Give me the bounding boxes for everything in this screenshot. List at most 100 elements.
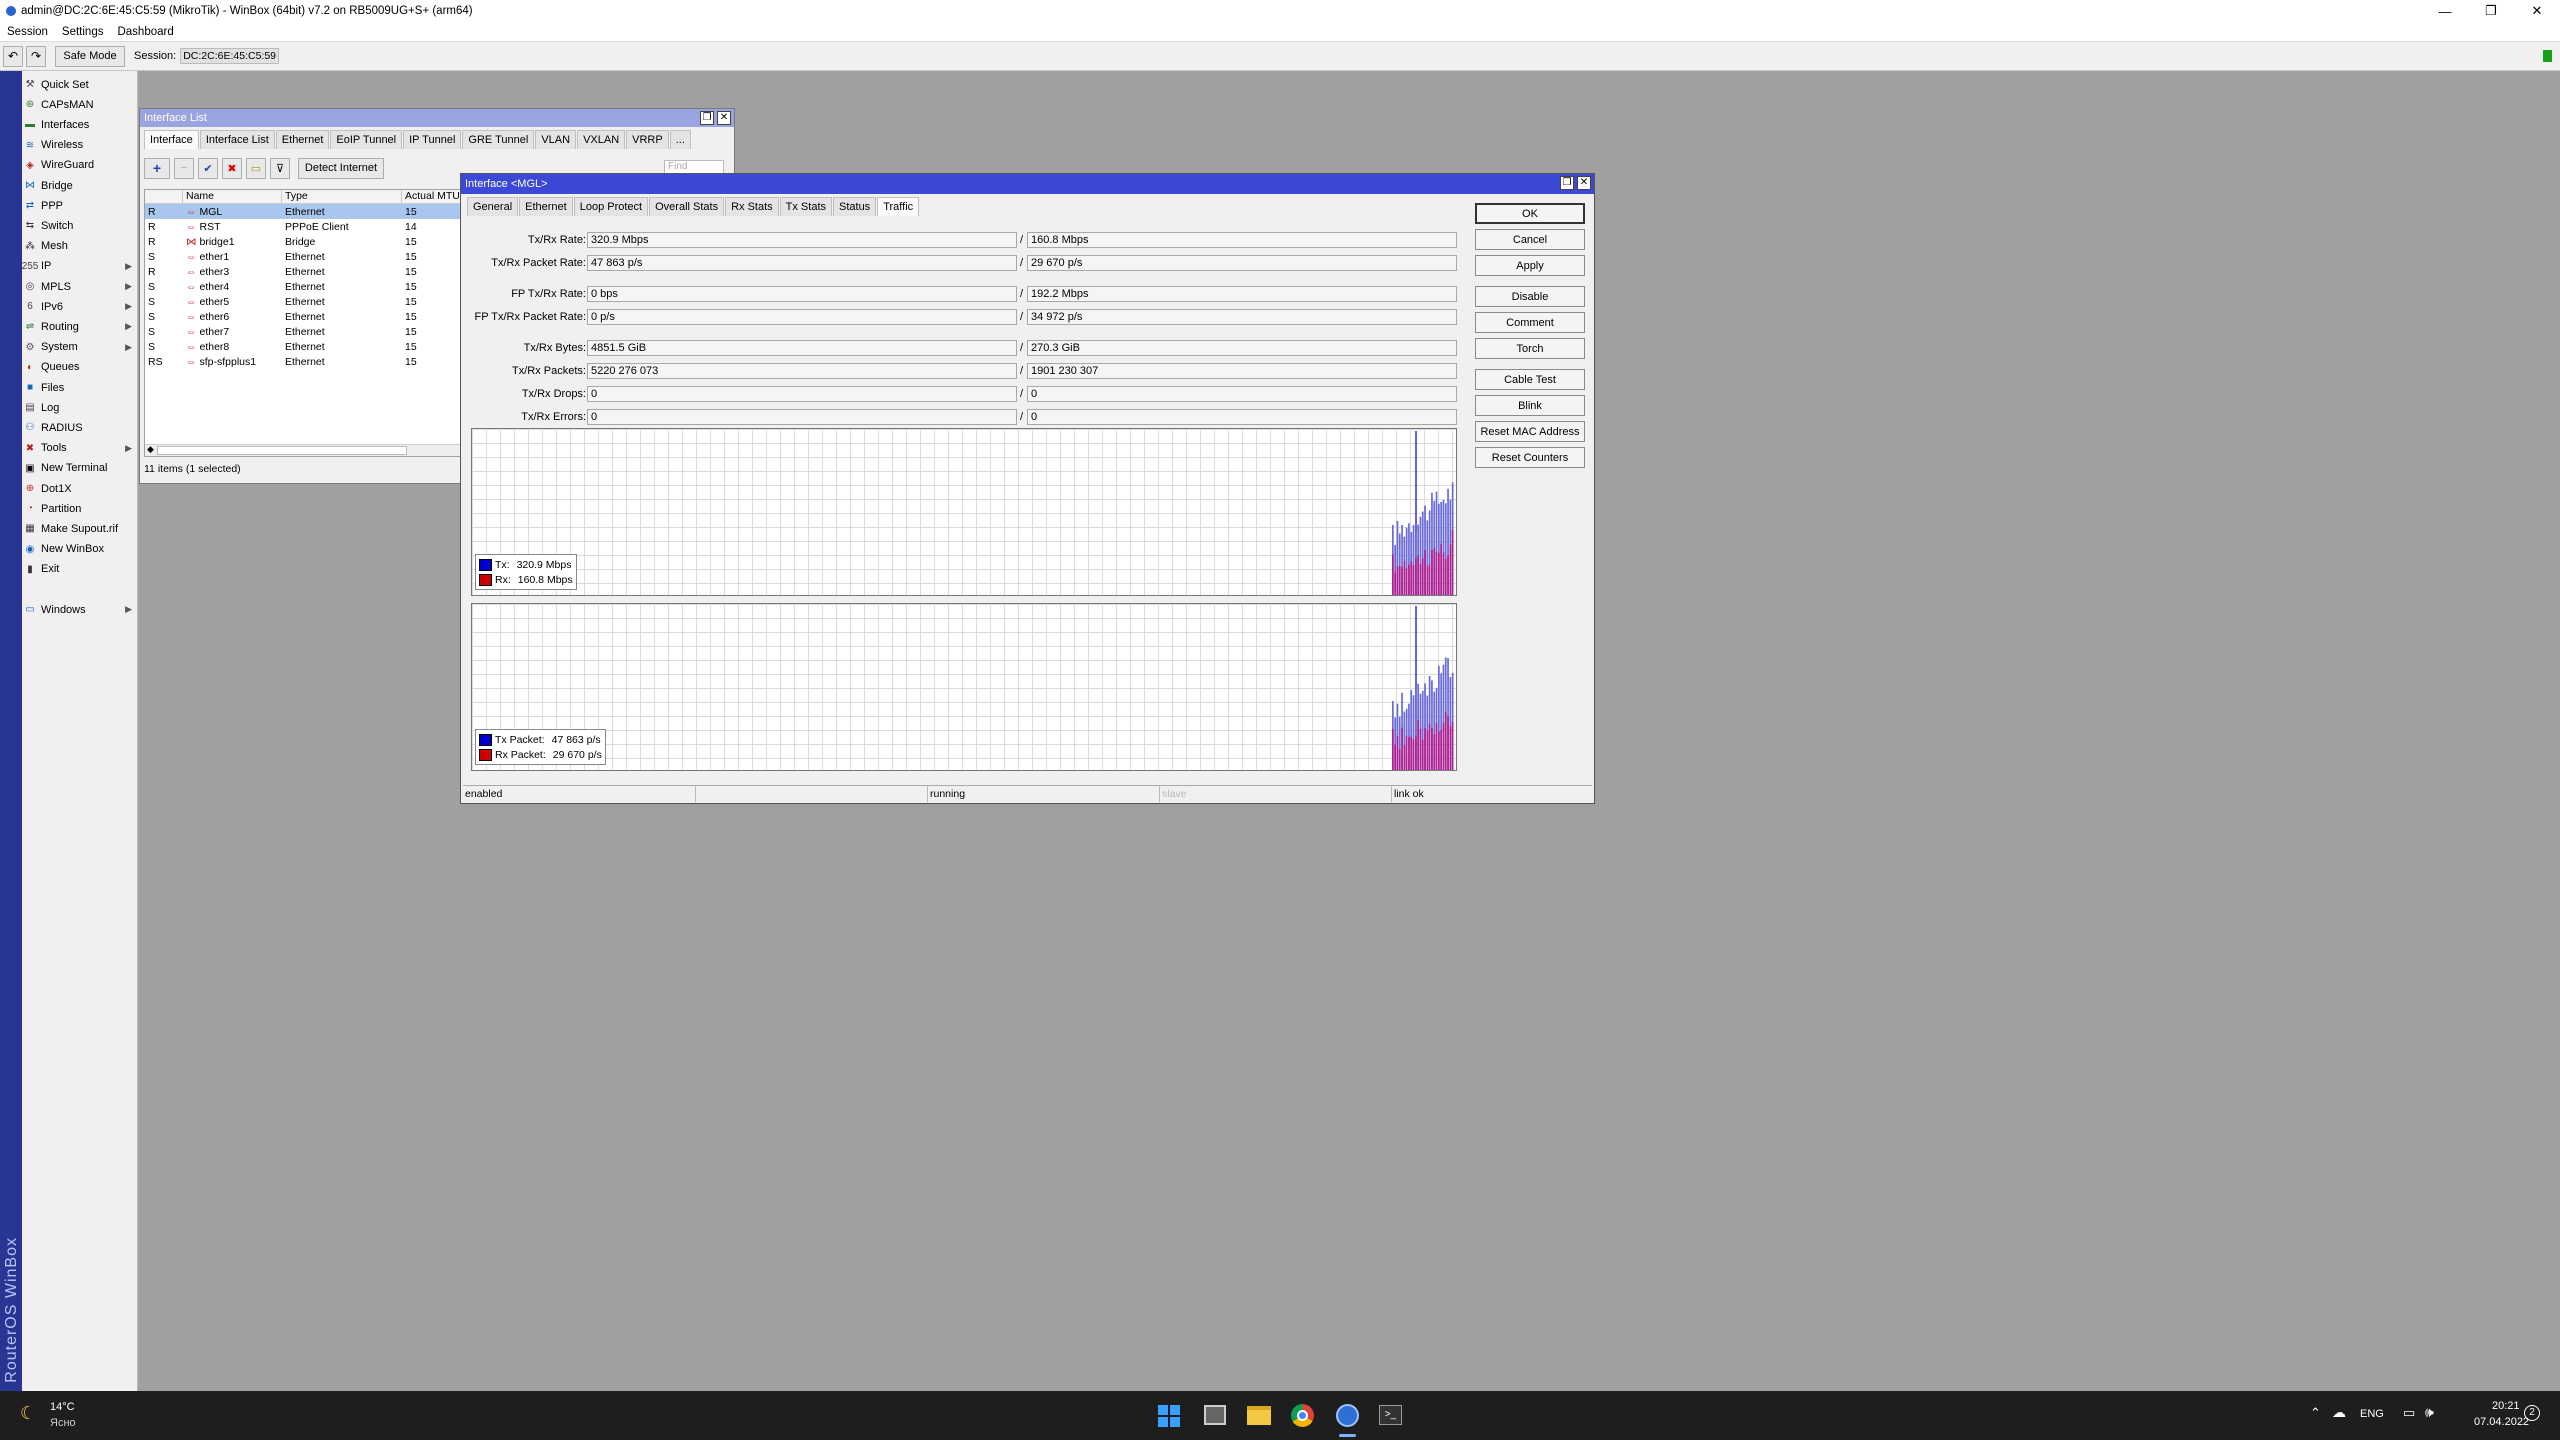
tab-ethernet[interactable]: Ethernet: [519, 197, 573, 216]
fp-tx-rx-rate-tx-field[interactable]: 0 bps: [587, 286, 1017, 302]
tab-gre-tunnel[interactable]: GRE Tunnel: [462, 130, 535, 149]
sidebar-item-log[interactable]: ▤ Log: [24, 398, 134, 417]
tab-ethernet[interactable]: Ethernet: [275, 130, 330, 149]
tab-vrrp[interactable]: VRRP: [626, 130, 669, 149]
fp-tx-rx-rate-rx-field[interactable]: 192.2 Mbps: [1027, 286, 1457, 302]
volume-icon[interactable]: 🕪: [2425, 1404, 2434, 1421]
scroll-left-icon[interactable]: ◆: [147, 444, 154, 455]
weather-icon[interactable]: ☾: [20, 1403, 36, 1424]
col-type[interactable]: Type: [282, 190, 402, 203]
ok-button[interactable]: OK: [1475, 203, 1585, 224]
sidebar-item-mpls[interactable]: ◎ MPLS ▶: [24, 277, 134, 296]
terminal-icon[interactable]: >_: [1379, 1405, 1402, 1425]
restore-icon[interactable]: ❐: [1560, 176, 1574, 190]
sidebar-item-interfaces[interactable]: ▬ Interfaces: [24, 115, 134, 134]
tab-vxlan[interactable]: VXLAN: [577, 130, 626, 149]
menu-dashboard[interactable]: Dashboard: [110, 26, 180, 38]
tray-chevron-icon[interactable]: ⌃: [2310, 1405, 2321, 1421]
sidebar-item-exit[interactable]: ▮ Exit: [24, 560, 134, 579]
detect-internet-button[interactable]: Detect Internet: [298, 157, 384, 179]
tx-rx-errors-rx-field[interactable]: 0: [1027, 409, 1457, 425]
tab-vlan[interactable]: VLAN: [535, 130, 577, 149]
tab-ip-tunnel[interactable]: IP Tunnel: [403, 130, 462, 149]
torch-button[interactable]: Torch: [1475, 338, 1585, 359]
disable-icon[interactable]: ✖: [222, 157, 242, 179]
cable-test-button[interactable]: Cable Test: [1475, 369, 1585, 390]
tab-status[interactable]: Status: [833, 197, 877, 216]
tab-more[interactable]: ...: [669, 130, 691, 149]
enable-icon[interactable]: ✔: [198, 157, 218, 179]
close-icon[interactable]: ✕: [717, 111, 731, 125]
cloud-icon[interactable]: ☁: [2332, 1404, 2346, 1421]
close-icon[interactable]: ✕: [1577, 176, 1591, 190]
winbox-task-icon[interactable]: [1336, 1404, 1359, 1427]
comment-icon[interactable]: ▭: [246, 157, 266, 179]
col-actual-mtu[interactable]: Actual MTU: [402, 190, 462, 203]
redo-button[interactable]: ↷: [26, 45, 46, 67]
tab-interface[interactable]: Interface: [144, 130, 199, 149]
file-explorer-icon[interactable]: [1247, 1406, 1271, 1425]
restore-icon[interactable]: ❐: [700, 111, 714, 125]
sidebar-item-quick-set[interactable]: ⚒ Quick Set: [24, 75, 134, 94]
scroll-thumb[interactable]: [157, 446, 407, 455]
sidebar-item-partition[interactable]: ◔ Partition: [24, 499, 134, 518]
sidebar-item-queues[interactable]: ◐ Queues: [24, 358, 134, 377]
col-flags[interactable]: [145, 190, 183, 203]
sidebar-item-dot1x[interactable]: ⊕ Dot1X: [24, 479, 134, 498]
tab-tx-stats[interactable]: Tx Stats: [779, 197, 832, 216]
sidebar-item-ppp[interactable]: ⇄ PPP: [24, 196, 134, 215]
sidebar-item-capsman[interactable]: ⊛ CAPsMAN: [24, 95, 134, 114]
interface-dialog-titlebar[interactable]: Interface <MGL> ❐ ✕: [461, 174, 1594, 194]
minimize-button[interactable]: —: [2422, 0, 2468, 22]
network-icon[interactable]: ▭: [2403, 1405, 2415, 1421]
chrome-icon[interactable]: [1291, 1404, 1314, 1427]
maximize-button[interactable]: ❐: [2468, 0, 2514, 22]
sidebar-item-system[interactable]: ⚙ System ▶: [24, 338, 134, 357]
menu-session[interactable]: Session: [0, 26, 55, 38]
sidebar-item-new-winbox[interactable]: ◉ New WinBox: [24, 540, 134, 559]
tab-traffic[interactable]: Traffic: [877, 197, 920, 216]
start-icon[interactable]: [1158, 1405, 1180, 1427]
sidebar-item-radius[interactable]: ⚇ RADIUS: [24, 418, 134, 437]
weather-desc[interactable]: Ясно: [50, 1417, 76, 1429]
tx-rx-bytes-tx-field[interactable]: 4851.5 GiB: [587, 340, 1017, 356]
tab-rx-stats[interactable]: Rx Stats: [725, 197, 779, 216]
sidebar-item-ip[interactable]: 255 IP ▶: [22, 257, 134, 276]
tab-interface-list[interactable]: Interface List: [199, 130, 275, 149]
reset-mac-address-button[interactable]: Reset MAC Address: [1475, 421, 1585, 442]
sidebar-item-wireless[interactable]: ≋ Wireless: [24, 136, 134, 155]
tx-rx-rate-rx-field[interactable]: 160.8 Mbps: [1027, 232, 1457, 248]
clock-time[interactable]: 20:21: [2492, 1400, 2520, 1412]
menu-settings[interactable]: Settings: [55, 26, 111, 38]
sidebar-item-wireguard[interactable]: ◈ WireGuard: [24, 156, 134, 175]
sidebar-item-bridge[interactable]: ⋈ Bridge: [24, 176, 134, 195]
sidebar-item-new-terminal[interactable]: ▣ New Terminal: [24, 459, 134, 478]
sidebar-item-mesh[interactable]: ⁂ Mesh: [24, 237, 134, 256]
safe-mode-button[interactable]: Safe Mode: [55, 45, 125, 67]
disable-button[interactable]: Disable: [1475, 286, 1585, 307]
filter-icon[interactable]: ⊽: [270, 157, 290, 179]
sidebar-item-ipv6[interactable]: 6 IPv6 ▶: [24, 297, 134, 316]
sidebar-item-switch[interactable]: ⇆ Switch: [24, 216, 134, 235]
comment-button[interactable]: Comment: [1475, 312, 1585, 333]
tab-general[interactable]: General: [467, 197, 519, 216]
interface-list-titlebar[interactable]: Interface List ❐ ✕: [140, 109, 734, 127]
sidebar-item-make-supout-rif[interactable]: ▦ Make Supout.rif: [24, 519, 134, 538]
tx-rx-bytes-rx-field[interactable]: 270.3 GiB: [1027, 340, 1457, 356]
fp-tx-rx-packet-rate-tx-field[interactable]: 0 p/s: [587, 309, 1017, 325]
blink-button[interactable]: Blink: [1475, 395, 1585, 416]
reset-counters-button[interactable]: Reset Counters: [1475, 447, 1585, 468]
tx-rx-drops-tx-field[interactable]: 0: [587, 386, 1017, 402]
tx-rx-packet-rate-tx-field[interactable]: 47 863 p/s: [587, 255, 1017, 271]
add-icon[interactable]: +: [144, 157, 170, 179]
tx-rx-errors-tx-field[interactable]: 0: [587, 409, 1017, 425]
tx-rx-packets-rx-field[interactable]: 1901 230 307: [1027, 363, 1457, 379]
col-name[interactable]: Name: [183, 190, 282, 203]
undo-button[interactable]: ↶: [3, 45, 23, 67]
clock-date[interactable]: 07.04.2022: [2474, 1416, 2529, 1428]
language-indicator[interactable]: ENG: [2360, 1408, 2384, 1420]
task-view-icon[interactable]: [1204, 1405, 1226, 1425]
notification-badge[interactable]: 2: [2524, 1405, 2540, 1421]
sidebar-item-tools[interactable]: ✖ Tools ▶: [24, 439, 134, 458]
remove-icon[interactable]: −: [174, 157, 194, 179]
